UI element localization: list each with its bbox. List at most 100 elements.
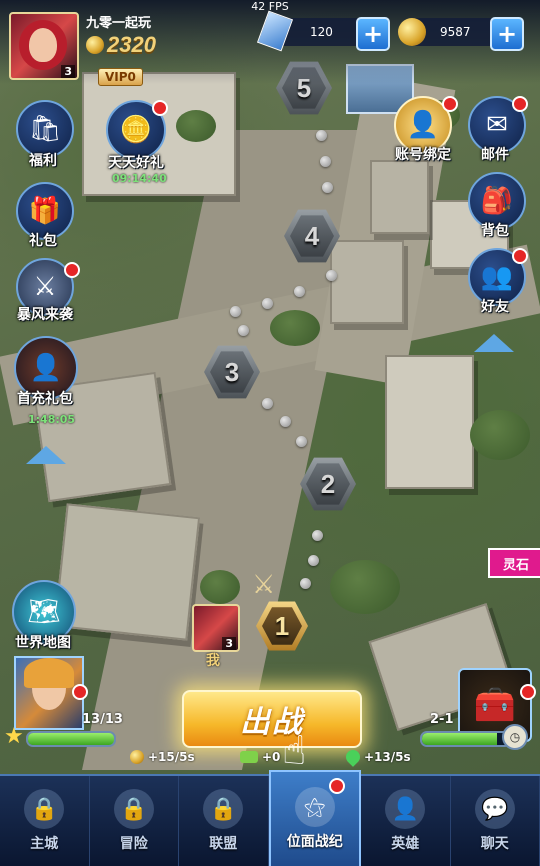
crossed-swords-icon: ⚔ (252, 570, 275, 600)
player-avatar[interactable]: 3 (9, 12, 79, 80)
path-dot (300, 578, 311, 589)
daily-gift-icon: 🪙 (120, 115, 152, 145)
chest-progress-bar (420, 731, 512, 747)
tab-label: 英雄 (391, 833, 419, 853)
energy-rate-value: +13/5s (364, 750, 411, 764)
tab-adventure[interactable]: 🔒 冒险 (90, 776, 180, 866)
gold-icon (398, 18, 426, 46)
map-tree (330, 560, 400, 614)
first-recharge-icon: 👤 (30, 353, 62, 383)
left-expand-arrow-icon[interactable] (26, 446, 66, 464)
map-building (385, 355, 474, 489)
path-dot (326, 270, 337, 281)
path-dot (322, 182, 333, 193)
chest-progress-fill (422, 733, 497, 745)
mail-icon: ✉ (486, 110, 508, 140)
lock-icon: 🔒 (24, 789, 64, 829)
tab-heroes[interactable]: 👤 英雄 (361, 776, 451, 866)
path-dot (262, 298, 273, 309)
power-icon (86, 36, 104, 54)
hero-progress-fill (28, 733, 114, 745)
gold-rate: +15/5s (130, 750, 195, 764)
clock-icon: ◷ (502, 724, 528, 750)
friends-icon: 👥 (481, 262, 513, 292)
tab-chat[interactable]: 💬 聊天 (451, 776, 540, 866)
exp-rate: +0 (240, 750, 280, 764)
friends-notification-dot (512, 248, 528, 264)
lock-icon: 🔒 (203, 789, 243, 829)
world-map-icon: 🗺 (27, 597, 60, 627)
first-recharge-label: 首充礼包 (5, 388, 85, 408)
path-dot (280, 416, 291, 427)
me-label: 我 (206, 650, 220, 670)
plane-war-notification-dot (329, 778, 345, 794)
map-tree (176, 110, 216, 142)
tab-plane-war[interactable]: ⚝ 位面战纪 (269, 770, 362, 866)
welfare-label: 福利 (3, 150, 83, 170)
daily-gift-notification-dot (152, 100, 168, 116)
account-bind-label: 账号绑定 (383, 144, 463, 164)
lingshi-tab[interactable]: 灵石 (488, 548, 540, 578)
friends-label: 好友 (455, 296, 535, 316)
storm-notification-dot (64, 262, 80, 278)
map-building (370, 160, 429, 234)
path-dot (316, 130, 327, 141)
energy-rate: +13/5s (346, 750, 411, 764)
chest-progress-text: 2-1 (430, 712, 454, 727)
right-expand-arrow-icon[interactable] (474, 334, 514, 352)
tab-label: 聊天 (481, 833, 509, 853)
account-bind-icon: 👤 (407, 110, 439, 140)
stage-node-2[interactable]: 2 (300, 456, 356, 512)
hero-notification-dot (72, 684, 88, 700)
star-icon: ★ (4, 724, 24, 749)
tap-hand-icon: ☝ (282, 728, 306, 774)
tab-main-city[interactable]: 🔒 主城 (0, 776, 90, 866)
path-dot (312, 530, 323, 541)
storm-hero-icon: ⚔ (33, 272, 56, 302)
player-power: 2320 (86, 32, 156, 58)
tab-label: 联盟 (209, 833, 237, 853)
backpack-label: 背包 (455, 220, 535, 240)
plane-war-icon: ⚝ (295, 787, 335, 827)
bottom-nav: 🔒 主城 🔒 冒险 🔒 联盟 ⚝ 位面战纪 👤 英雄 💬 聊天 (0, 774, 540, 866)
path-dot (262, 398, 273, 409)
treasure-chest-icon: 🧰 (474, 685, 516, 725)
backpack-icon: 🎒 (481, 186, 513, 216)
first-recharge-timer: 1:48:05 (28, 413, 75, 426)
tab-label: 主城 (30, 833, 58, 853)
chest-notification-dot (520, 684, 536, 700)
player-level: 3 (61, 65, 75, 78)
map-building (54, 503, 200, 640)
daily-gift-label: 天天好礼 (96, 152, 176, 172)
map-building (330, 240, 404, 324)
path-dot (296, 436, 307, 447)
me-level: 3 (222, 637, 236, 650)
hero-progress-bar (26, 731, 116, 747)
energy-rate-icon (343, 747, 363, 767)
player-name: 九零一起玩 (86, 12, 151, 31)
path-dot (238, 325, 249, 336)
hero-progress-text: 13/13 (82, 712, 123, 727)
add-gold-button[interactable]: + (490, 17, 524, 51)
exp-rate-icon (240, 751, 258, 763)
tab-label: 冒险 (120, 833, 148, 853)
map-tree (200, 570, 240, 604)
gift-box-icon: 🎁 (29, 196, 61, 226)
world-map-label: 世界地图 (3, 632, 83, 652)
path-dot (294, 286, 305, 297)
tab-label: 位面战纪 (287, 831, 343, 851)
vip-badge[interactable]: VIP0 (98, 68, 143, 86)
account-bind-notification-dot (442, 96, 458, 112)
exp-rate-value: +0 (262, 750, 280, 764)
welfare-icon: 🛍 (28, 114, 61, 144)
add-gems-button[interactable]: + (356, 17, 390, 51)
tab-alliance[interactable]: 🔒 联盟 (179, 776, 269, 866)
lock-icon: 🔒 (114, 789, 154, 829)
fight-button[interactable]: 出战 (182, 690, 362, 748)
storm-event-label: 暴风来袭 (5, 304, 85, 324)
mail-label: 邮件 (455, 144, 535, 164)
avatar-face (29, 28, 57, 62)
gold-rate-value: +15/5s (148, 750, 195, 764)
power-value: 2320 (107, 32, 156, 58)
hero-hair (24, 658, 74, 688)
